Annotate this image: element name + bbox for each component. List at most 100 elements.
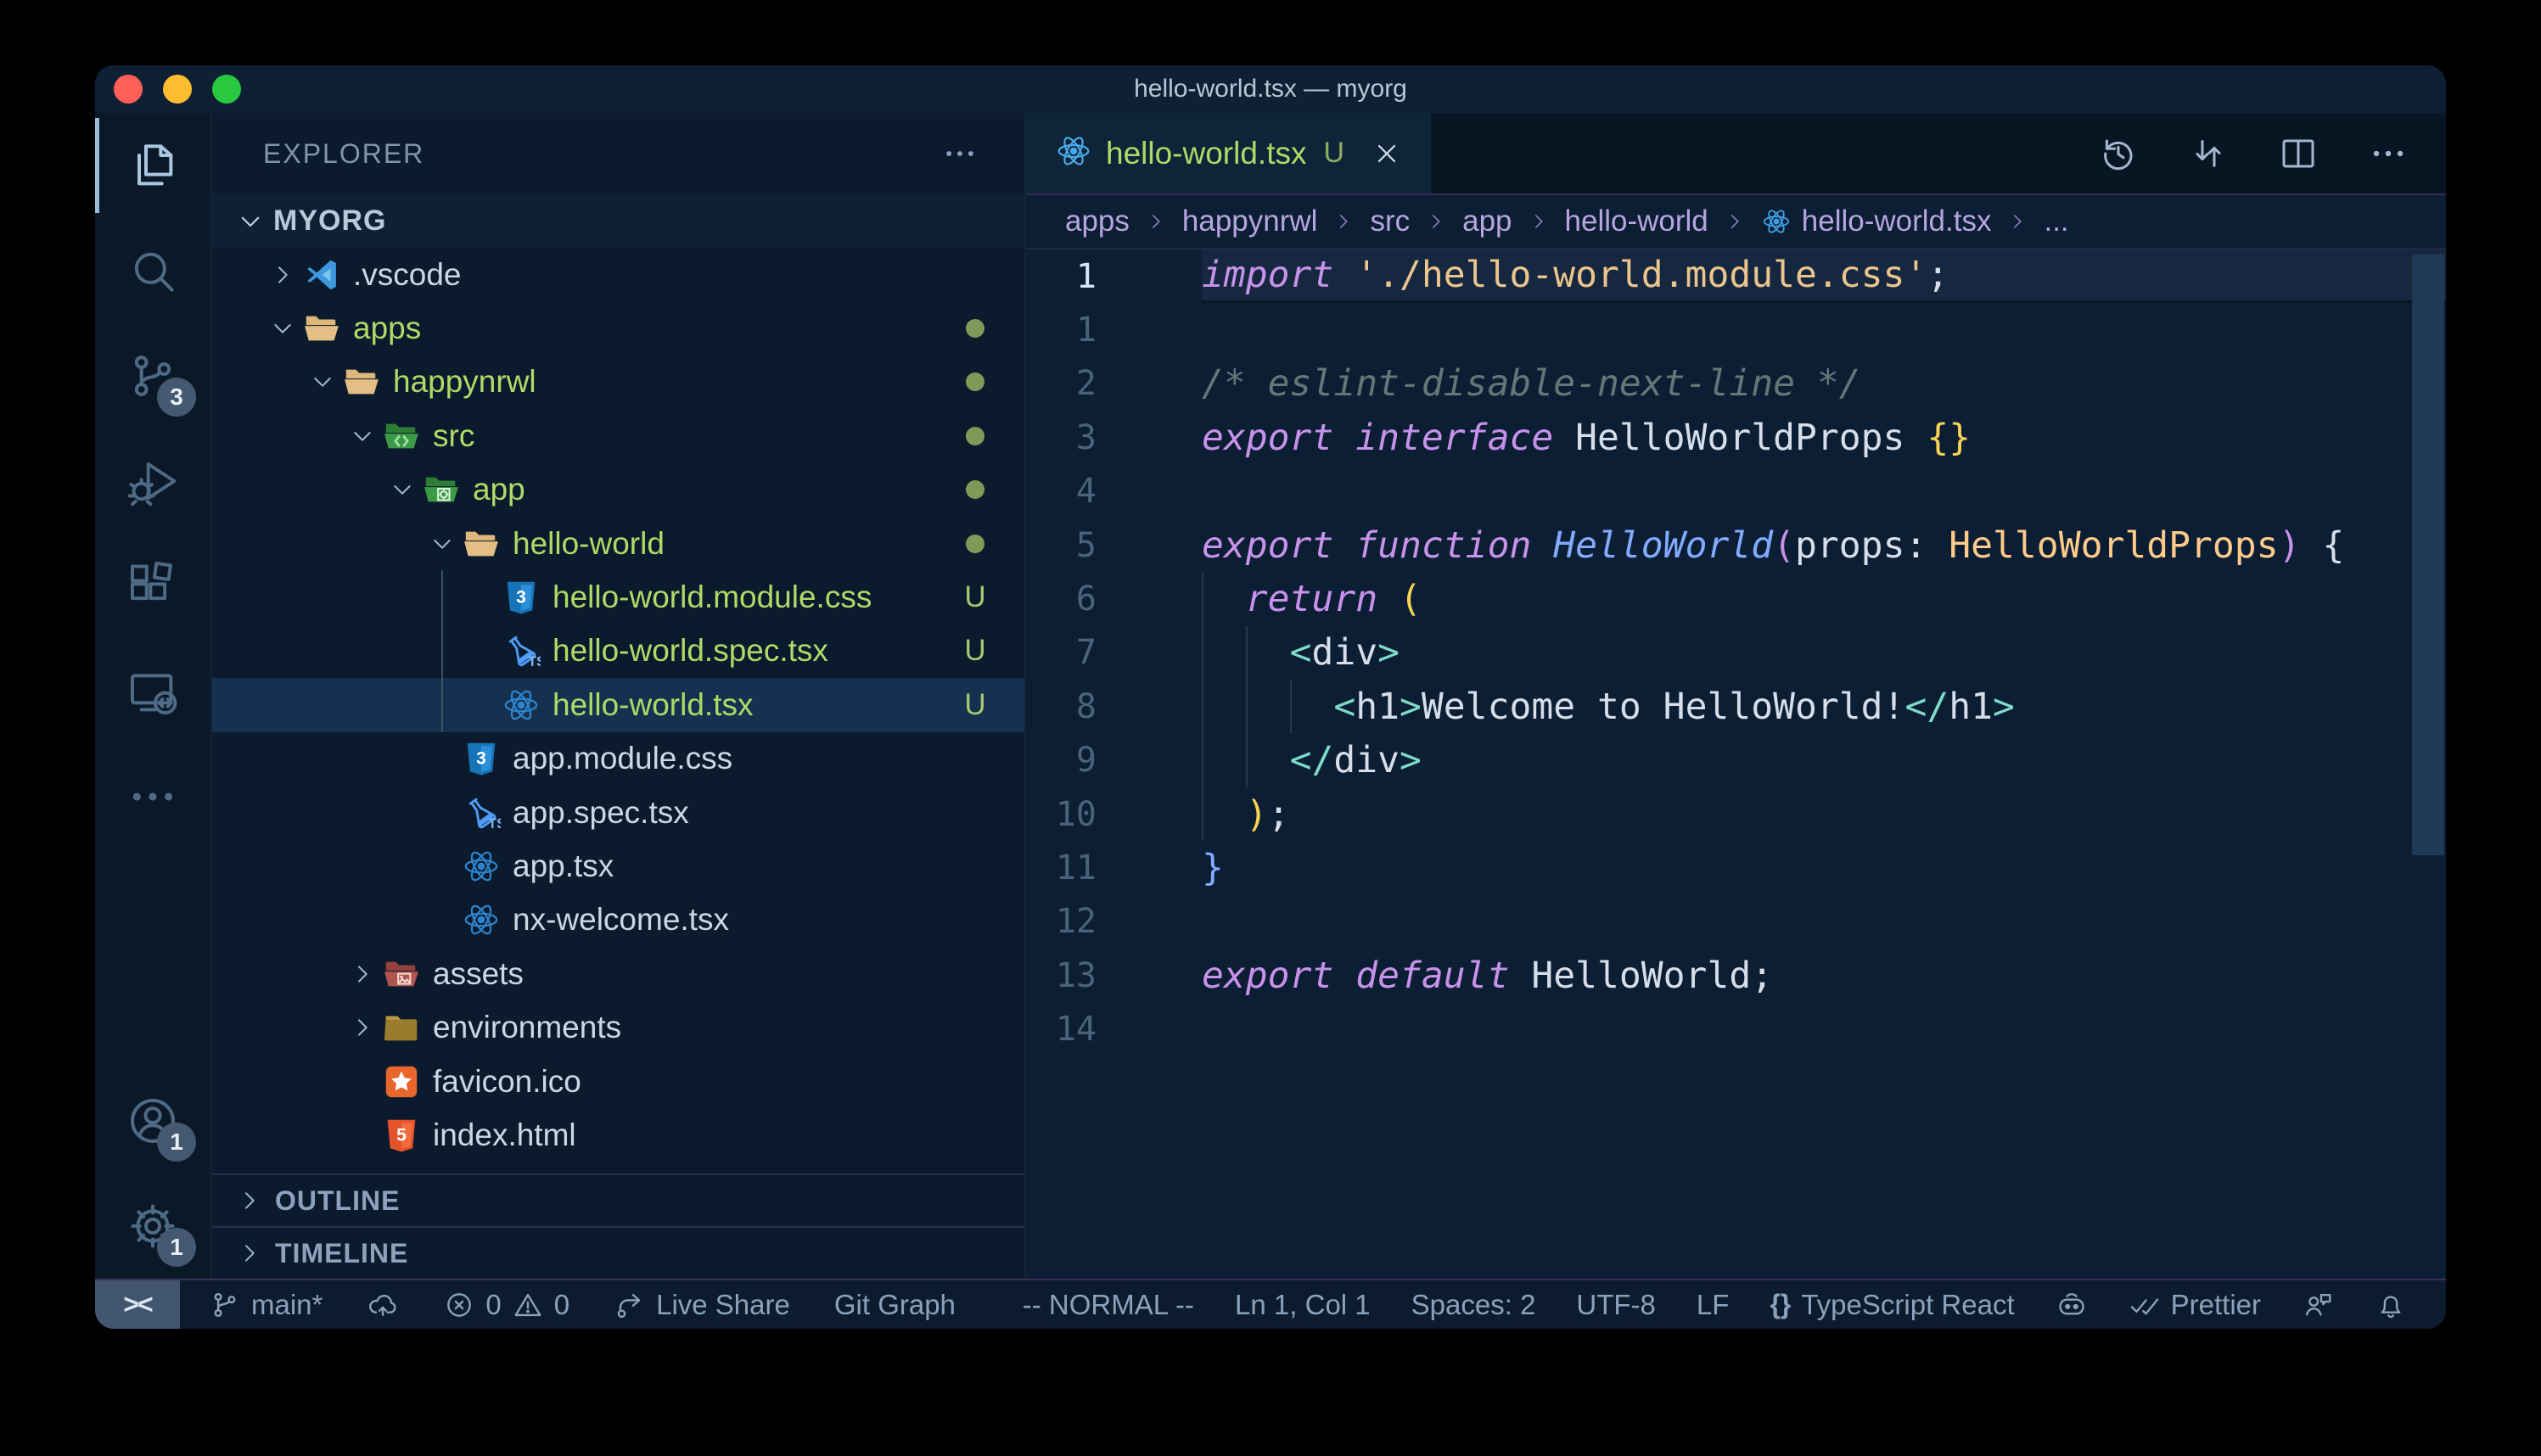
- status-item-eol[interactable]: LF: [1697, 1289, 1730, 1321]
- open-timeline-button[interactable]: [2098, 133, 2139, 174]
- tree-item-environments[interactable]: environments: [212, 1000, 1024, 1054]
- tree-item-src[interactable]: src: [212, 409, 1024, 462]
- react-icon: [502, 686, 541, 725]
- chevron-down-icon[interactable]: [424, 526, 460, 562]
- status-item-problems[interactable]: 00: [443, 1289, 569, 1321]
- activity-item-settings[interactable]: 1: [95, 1173, 211, 1279]
- code-line[interactable]: 5export function HelloWorld(props: Hello…: [1026, 518, 2446, 572]
- status-item-cursor-position[interactable]: Ln 1, Col 1: [1235, 1289, 1371, 1321]
- status-item-language-mode[interactable]: {}TypeScript React: [1770, 1289, 2014, 1321]
- tab-hello-world-tsx[interactable]: hello-world.tsx U: [1026, 113, 1431, 193]
- code-line[interactable]: 10 );: [1026, 787, 2446, 841]
- tree-item-app-module-css[interactable]: 3app.module.css: [212, 732, 1024, 786]
- tree-item-app[interactable]: app: [212, 463, 1024, 517]
- minimize-window-button[interactable]: [163, 75, 192, 104]
- code-line-text: [1202, 895, 2446, 949]
- chevron-right-icon[interactable]: [345, 956, 380, 992]
- tree-item-favicon-ico[interactable]: favicon.ico: [212, 1055, 1024, 1108]
- status-item-git-graph[interactable]: Git Graph: [834, 1289, 956, 1321]
- sidebar-header: EXPLORER: [212, 113, 1024, 194]
- tree-item-apps[interactable]: apps: [212, 301, 1024, 355]
- code-line[interactable]: 3export interface HelloWorldProps {}: [1026, 411, 2446, 464]
- timeline-section-header[interactable]: TIMELINE: [212, 1226, 1024, 1279]
- code-line[interactable]: 8 <h1>Welcome to HelloWorld!</h1>: [1026, 680, 2446, 733]
- close-window-button[interactable]: [114, 75, 143, 104]
- editor-actions: [2098, 113, 2446, 193]
- tree-item-assets[interactable]: assets: [212, 947, 1024, 1000]
- status-item-vim-mode[interactable]: -- NORMAL --: [1023, 1289, 1194, 1321]
- remote-indicator[interactable]: ><: [95, 1280, 180, 1329]
- code-line[interactable]: 14: [1026, 1002, 2446, 1056]
- activity-item-run-debug[interactable]: [95, 428, 211, 534]
- activity-item-more-views[interactable]: [95, 744, 211, 849]
- explorer-more-actions-button[interactable]: [941, 135, 979, 172]
- breadcrumb-item-hello-world-tsx[interactable]: hello-world.tsx: [1761, 204, 1992, 238]
- activity-item-accounts[interactable]: 1: [95, 1068, 211, 1173]
- tree-item-happynrwl[interactable]: happynrwl: [212, 356, 1024, 409]
- more-actions-button[interactable]: [2368, 133, 2409, 174]
- breadcrumb-item--[interactable]: ...: [2044, 204, 2068, 238]
- activity-item-explorer[interactable]: [95, 113, 211, 218]
- explorer-sidebar: EXPLORER MYORG .vscodeappshappynrwlsrcap…: [212, 113, 1026, 1279]
- tree-item-hello-world[interactable]: hello-world: [212, 517, 1024, 570]
- activity-item-remote-explorer[interactable]: [95, 639, 211, 744]
- open-changes-button[interactable]: [2188, 133, 2229, 174]
- status-item-prettier[interactable]: Prettier: [2129, 1289, 2261, 1321]
- zoom-window-button[interactable]: [212, 75, 241, 104]
- code-line[interactable]: 2/* eslint-disable-next-line */: [1026, 357, 2446, 411]
- warning-icon: [512, 1289, 544, 1321]
- chevron-right-icon[interactable]: [265, 257, 300, 293]
- workspace-section-header[interactable]: MYORG: [212, 194, 1024, 248]
- tree-item-app-spec-tsx[interactable]: TSapp.spec.tsx: [212, 786, 1024, 839]
- code-line[interactable]: 6 return (: [1026, 572, 2446, 625]
- outline-label: OUTLINE: [275, 1185, 400, 1217]
- tree-item--vscode[interactable]: .vscode: [212, 248, 1024, 301]
- status-item-encoding[interactable]: UTF-8: [1576, 1289, 1656, 1321]
- chevron-down-icon[interactable]: [345, 418, 380, 454]
- code-line[interactable]: 11}: [1026, 841, 2446, 894]
- activity-item-source-control[interactable]: 3: [95, 323, 211, 428]
- ellipsis-icon: [126, 770, 180, 824]
- chevron-right-icon[interactable]: [345, 1010, 380, 1045]
- close-tab-button[interactable]: [1371, 138, 1402, 169]
- breadcrumb-item-apps[interactable]: apps: [1065, 204, 1130, 238]
- tree-item-nx-welcome-tsx[interactable]: nx-welcome.tsx: [212, 893, 1024, 947]
- tree-item-hello-world-tsx[interactable]: hello-world.tsxU: [212, 678, 1024, 731]
- tree-item-app-tsx[interactable]: app.tsx: [212, 839, 1024, 893]
- breadcrumb-item-src[interactable]: src: [1370, 204, 1410, 238]
- code-line[interactable]: 9 </div>: [1026, 734, 2446, 787]
- editor-scrollbar[interactable]: [2412, 255, 2444, 855]
- breadcrumb-item-hello-world[interactable]: hello-world: [1565, 204, 1708, 238]
- tree-item-hello-world-module-css[interactable]: 3hello-world.module.cssU: [212, 570, 1024, 624]
- outline-section-header[interactable]: OUTLINE: [212, 1173, 1024, 1226]
- activity-item-search[interactable]: [95, 218, 211, 323]
- tree-item-index-html[interactable]: 5index.html: [212, 1108, 1024, 1162]
- code-line[interactable]: 7 <div>: [1026, 626, 2446, 680]
- code-line[interactable]: 4: [1026, 465, 2446, 518]
- status-item-indentation[interactable]: Spaces: 2: [1411, 1289, 1536, 1321]
- activity-item-extensions[interactable]: [95, 534, 211, 639]
- code-line-current[interactable]: 1import './hello-world.module.css';: [1026, 249, 2446, 303]
- code-line[interactable]: 12: [1026, 895, 2446, 949]
- line-number: 14: [1026, 1010, 1202, 1049]
- status-item-copilot[interactable]: [2056, 1289, 2088, 1321]
- code-line[interactable]: 1: [1026, 303, 2446, 356]
- breadcrumb-item-happynrwl[interactable]: happynrwl: [1182, 204, 1318, 238]
- status-item-feedback[interactable]: [2302, 1289, 2334, 1321]
- tree-item-hello-world-spec-tsx[interactable]: TShello-world.spec.tsxU: [212, 624, 1024, 678]
- git-untracked-badge: U: [960, 688, 990, 722]
- status-item-notifications[interactable]: [2375, 1289, 2407, 1321]
- editor-group: hello-world.tsx U apps happynrwl src app hel…: [1026, 113, 2446, 1279]
- breadcrumb-separator-icon: [2006, 210, 2028, 232]
- split-editor-button[interactable]: [2278, 133, 2319, 174]
- code-line[interactable]: 13export default HelloWorld;: [1026, 949, 2446, 1002]
- breadcrumb-item-app[interactable]: app: [1462, 204, 1512, 238]
- chevron-down-icon[interactable]: [384, 472, 420, 507]
- chevron-down-icon[interactable]: [265, 311, 300, 346]
- code-editor[interactable]: 1import './hello-world.module.css';12/* …: [1026, 249, 2446, 1279]
- status-item-publish-changes[interactable]: [367, 1289, 399, 1321]
- settings-badge: 1: [157, 1228, 196, 1267]
- status-item-live-share[interactable]: Live Share: [614, 1289, 790, 1321]
- status-item-git-branch[interactable]: main*: [209, 1289, 323, 1321]
- chevron-down-icon[interactable]: [305, 364, 340, 400]
